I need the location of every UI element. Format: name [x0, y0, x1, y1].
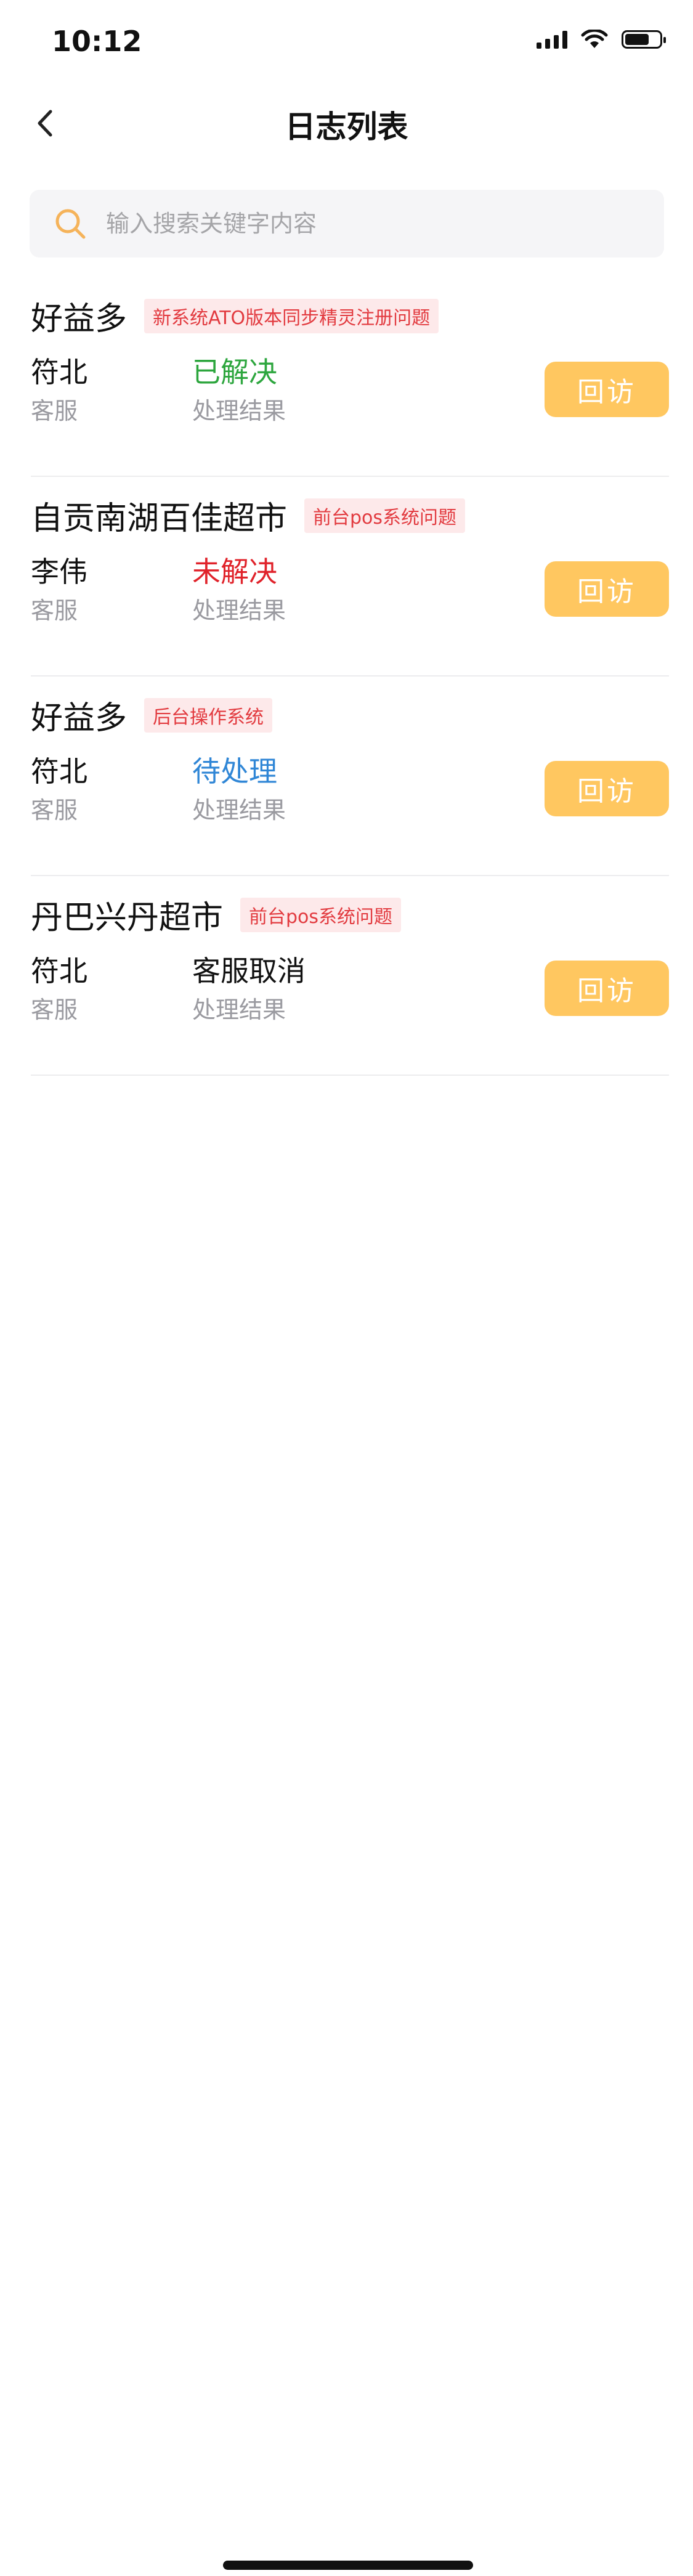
item-header: 丹巴兴丹超市 前台pos系统问题	[31, 892, 402, 938]
staff-name: 符北	[31, 755, 87, 788]
item-header: 自贡南湖百佳超市 前台pos系统问题	[31, 492, 466, 538]
store-name: 丹巴兴丹超市	[31, 900, 224, 937]
result-label: 处理结果	[192, 597, 286, 624]
result-status: 待处理	[192, 755, 277, 788]
result-label: 处理结果	[192, 996, 286, 1023]
result-label: 处理结果	[192, 397, 286, 425]
revisit-button[interactable]: 回访	[545, 761, 669, 816]
wifi-icon	[581, 30, 608, 48]
battery-fill	[625, 34, 649, 45]
search-icon	[55, 209, 86, 239]
store-name: 好益多	[31, 301, 128, 338]
staff-label: 客服	[31, 397, 78, 425]
result-status: 未解决	[192, 555, 277, 588]
staff-name: 符北	[31, 356, 87, 389]
item-header: 好益多 新系统ATO版本同步精灵注册问题	[31, 293, 439, 339]
staff-name: 符北	[31, 954, 87, 988]
store-name: 好益多	[31, 700, 128, 737]
issue-tag: 后台操作系统	[144, 697, 273, 733]
revisit-button[interactable]: 回访	[545, 561, 669, 617]
staff-label: 客服	[31, 597, 78, 624]
issue-tag: 前台pos系统问题	[304, 498, 466, 533]
revisit-button[interactable]: 回访	[545, 362, 669, 417]
search-input[interactable]	[105, 209, 649, 238]
issue-tag: 前台pos系统问题	[240, 897, 402, 932]
log-list: 好益多 新系统ATO版本同步精灵注册问题 符北 客服 已解决 处理结果 回访 自…	[31, 277, 669, 1076]
result-label: 处理结果	[192, 797, 286, 824]
nav-bar: 日志列表	[0, 80, 693, 166]
status-bar: 10:12	[0, 0, 693, 80]
status-time: 10:12	[52, 25, 142, 58]
status-icons	[537, 30, 666, 49]
log-list-item[interactable]: 自贡南湖百佳超市 前台pos系统问题 李伟 客服 未解决 处理结果 回访	[31, 477, 669, 677]
cellular-signal-icon	[537, 30, 567, 49]
home-indicator	[223, 2561, 473, 2570]
issue-tag: 新系统ATO版本同步精灵注册问题	[144, 298, 439, 333]
battery-icon	[622, 30, 666, 49]
search-bar[interactable]	[30, 190, 664, 258]
revisit-button[interactable]: 回访	[545, 961, 669, 1016]
result-status: 客服取消	[192, 954, 306, 988]
log-list-item[interactable]: 丹巴兴丹超市 前台pos系统问题 符北 客服 客服取消 处理结果 回访	[31, 876, 669, 1076]
page-title: 日志列表	[285, 109, 408, 145]
staff-label: 客服	[31, 797, 78, 824]
item-header: 好益多 后台操作系统	[31, 692, 273, 738]
store-name: 自贡南湖百佳超市	[31, 500, 288, 537]
staff-label: 客服	[31, 996, 78, 1023]
result-status: 已解决	[192, 356, 277, 389]
log-list-item[interactable]: 好益多 新系统ATO版本同步精灵注册问题 符北 客服 已解决 处理结果 回访	[31, 277, 669, 477]
log-list-item[interactable]: 好益多 后台操作系统 符北 客服 待处理 处理结果 回访	[31, 677, 669, 876]
staff-name: 李伟	[31, 555, 87, 588]
